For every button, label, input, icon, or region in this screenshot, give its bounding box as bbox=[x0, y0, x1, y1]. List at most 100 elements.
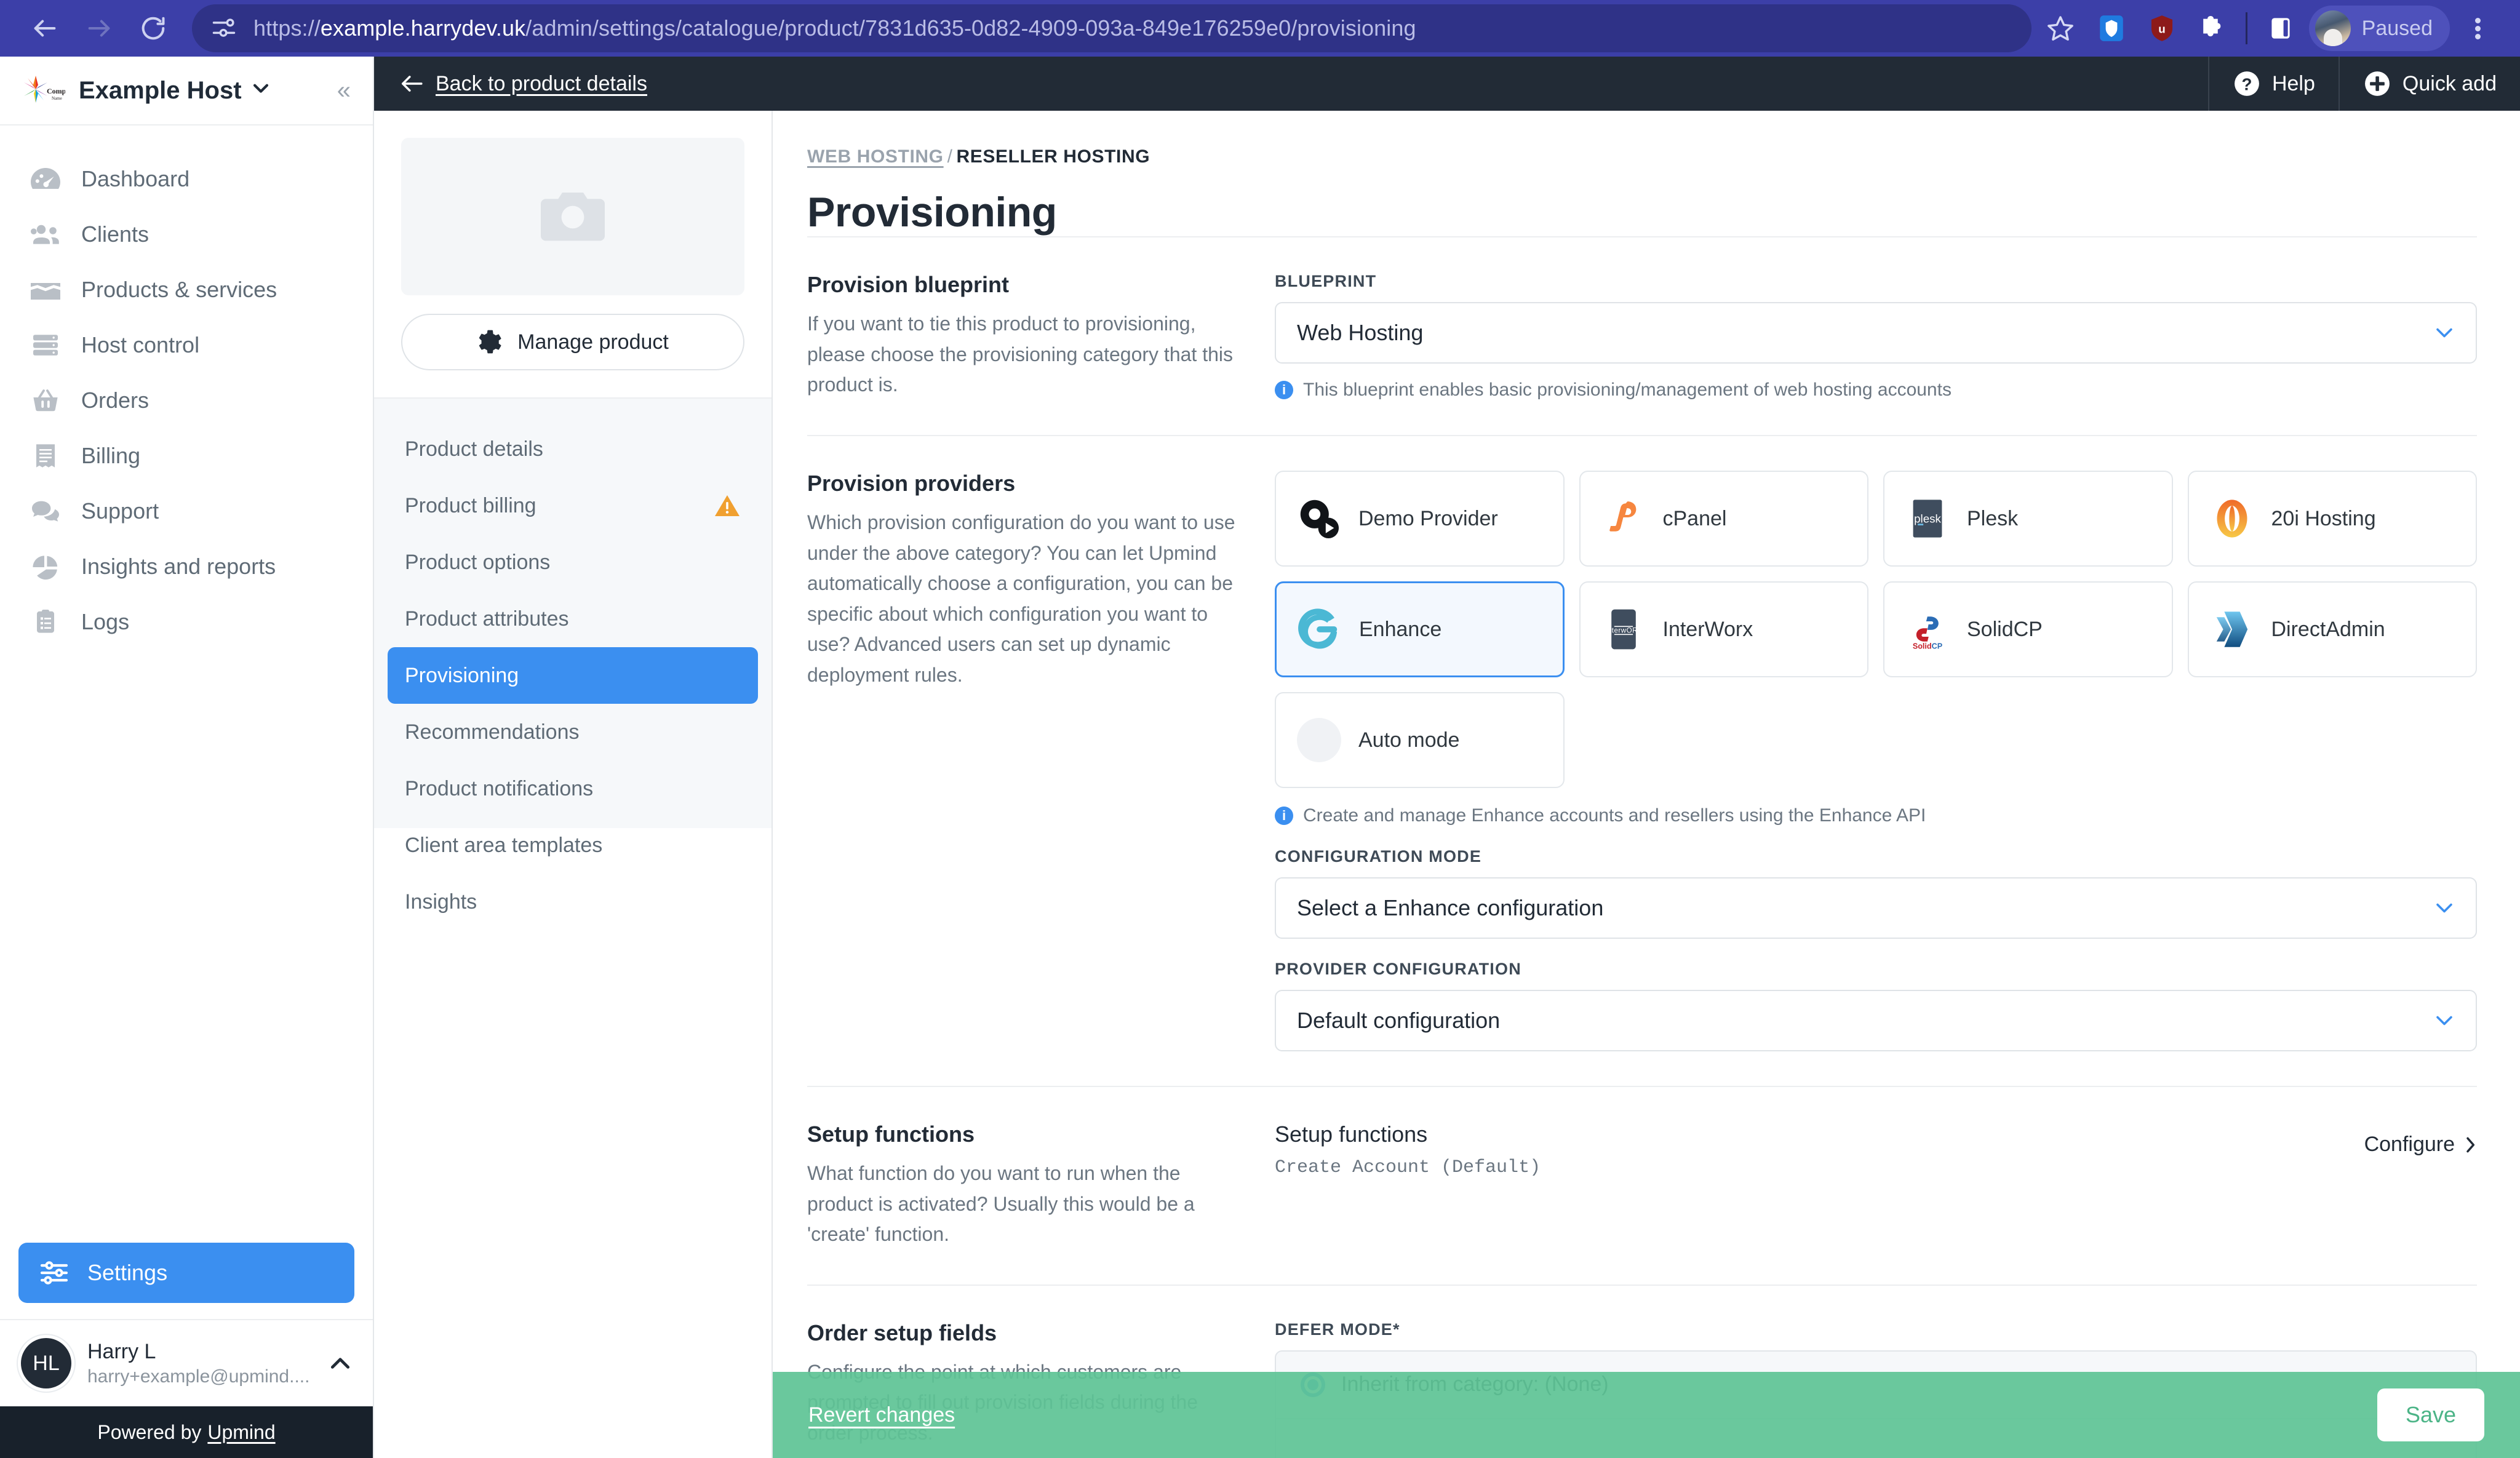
subnav-item-client-area-templates[interactable]: Client area templates bbox=[388, 817, 758, 874]
provider-card-20i-hosting[interactable]: 20i Hosting bbox=[2187, 471, 2477, 567]
sidebar-item-label: Products & services bbox=[81, 277, 277, 302]
sidebar-item-support[interactable]: Support bbox=[0, 484, 373, 539]
arrow-left-icon bbox=[402, 76, 423, 92]
browser-chrome: https://example.harrydev.uk/admin/settin… bbox=[0, 0, 2520, 57]
ublock-origin-icon[interactable]: u bbox=[2140, 6, 2184, 50]
browser-reload-button[interactable] bbox=[129, 4, 177, 52]
subnav-item-product-details[interactable]: Product details bbox=[388, 421, 758, 477]
shield-extension-icon[interactable] bbox=[2089, 6, 2134, 50]
subnav-label: Recommendations bbox=[405, 720, 580, 744]
section-fields-column: Setup functions Create Account (Default)… bbox=[1275, 1121, 2477, 1250]
collapse-sidebar-icon[interactable]: « bbox=[337, 78, 351, 103]
quick-add-label: Quick add bbox=[2402, 71, 2497, 95]
site-settings-icon[interactable] bbox=[210, 15, 237, 42]
sidebar-header: Company Name Example Host « bbox=[0, 57, 373, 125]
quick-add-button[interactable]: Quick add bbox=[2338, 57, 2520, 111]
subnav-item-product-billing[interactable]: Product billing bbox=[388, 477, 758, 534]
section-description-column: Provision providers Which provision conf… bbox=[807, 471, 1275, 1051]
chevron-up-icon[interactable] bbox=[329, 1355, 352, 1371]
revert-changes-link[interactable]: Revert changes bbox=[808, 1403, 955, 1427]
sidebar-item-logs[interactable]: Logs bbox=[0, 594, 373, 650]
configure-label: Configure bbox=[2364, 1133, 2455, 1156]
section-description: If you want to tie this product to provi… bbox=[807, 313, 1233, 396]
save-button[interactable]: Save bbox=[2377, 1388, 2484, 1441]
breadcrumb-current: RESELLER HOSTING bbox=[956, 146, 1150, 167]
question-circle-icon: ? bbox=[2235, 71, 2259, 96]
product-subnav: Product details Product billing Product … bbox=[374, 397, 772, 914]
upmind-link[interactable]: Upmind bbox=[207, 1421, 275, 1444]
provider-label: Plesk bbox=[1967, 506, 2019, 530]
sidebar-item-label: Dashboard bbox=[81, 166, 190, 191]
provider-card-auto-mode[interactable]: Auto mode bbox=[1275, 692, 1565, 788]
provider-label: Enhance bbox=[1359, 617, 1442, 641]
provider-card-enhance[interactable]: Enhance bbox=[1275, 581, 1565, 677]
section-setup-functions: Setup functions What function do you wan… bbox=[807, 1086, 2477, 1285]
provider-card-interworx[interactable]: interwORx InterWorx bbox=[1579, 581, 1868, 677]
browser-back-button[interactable] bbox=[21, 4, 69, 52]
brand-switcher[interactable]: Example Host bbox=[79, 77, 324, 105]
providers-hint-text: Create and manage Enhance accounts and r… bbox=[1303, 805, 1926, 826]
sidebar-item-clients[interactable]: Clients bbox=[0, 207, 373, 262]
provider-card-directadmin[interactable]: DirectAdmin bbox=[2187, 581, 2477, 677]
sidebar-item-orders[interactable]: Orders bbox=[0, 373, 373, 428]
products-box-icon bbox=[30, 276, 62, 303]
settings-button-label: Settings bbox=[87, 1260, 168, 1285]
subnav-item-provisioning[interactable]: Provisioning bbox=[388, 647, 758, 704]
subnav-item-recommendations[interactable]: Recommendations bbox=[388, 704, 758, 760]
configuration-mode-select[interactable]: Select a Enhance configuration bbox=[1275, 877, 2477, 939]
svg-text:Name: Name bbox=[52, 96, 62, 101]
provider-label: cPanel bbox=[1662, 506, 1727, 530]
main-content: WEB HOSTING / RESELLER HOSTING Provisionin… bbox=[773, 111, 2520, 1458]
bookmark-star-icon[interactable] bbox=[2038, 6, 2083, 51]
subnav-label: Insights bbox=[405, 890, 477, 914]
sidebar-item-label: Billing bbox=[81, 443, 141, 468]
provider-card-cpanel[interactable]: cPanel bbox=[1579, 471, 1868, 567]
back-to-product-details-link[interactable]: Back to product details bbox=[374, 72, 647, 96]
help-button[interactable]: ? Help bbox=[2207, 57, 2339, 111]
user-menu[interactable]: HL Harry L harry+example@upmind.... bbox=[0, 1319, 373, 1406]
svg-text:SolidCP: SolidCP bbox=[1913, 642, 1942, 650]
address-bar[interactable]: https://example.harrydev.uk/admin/settin… bbox=[192, 4, 2032, 52]
subnav-label: Product attributes bbox=[405, 607, 569, 631]
sidebar-item-dashboard[interactable]: Dashboard bbox=[0, 151, 373, 207]
sliders-icon bbox=[40, 1261, 68, 1285]
powered-by-prefix: Powered by bbox=[97, 1420, 202, 1443]
provider-card-demo-provider[interactable]: Demo Provider bbox=[1275, 471, 1565, 567]
company-logo-icon: Company Name bbox=[22, 73, 78, 108]
browser-profile-chip[interactable]: Paused bbox=[2308, 6, 2450, 51]
configure-setup-functions-link[interactable]: Configure bbox=[2364, 1121, 2477, 1157]
section-description: Which provision configuration do you wan… bbox=[807, 511, 1235, 686]
breadcrumb-parent-link[interactable]: WEB HOSTING bbox=[807, 146, 944, 167]
subnav-item-insights[interactable]: Insights bbox=[388, 874, 758, 930]
provider-card-solidcp[interactable]: SolidCP SolidCP bbox=[1883, 581, 2173, 677]
subnav-label: Product details bbox=[405, 437, 543, 461]
blueprint-select[interactable]: Web Hosting bbox=[1275, 302, 2477, 364]
sidebar-item-host-control[interactable]: Host control bbox=[0, 317, 373, 373]
subnav-item-product-options[interactable]: Product options bbox=[388, 534, 758, 591]
subnav-item-product-attributes[interactable]: Product attributes bbox=[388, 591, 758, 647]
sidebar-item-insights-reports[interactable]: Insights and reports bbox=[0, 539, 373, 594]
chevron-down-icon bbox=[2436, 903, 2452, 913]
settings-button[interactable]: Settings bbox=[18, 1243, 354, 1303]
provider-label: 20i Hosting bbox=[2271, 506, 2376, 530]
configuration-mode-value: Select a Enhance configuration bbox=[1297, 895, 1604, 920]
demo-provider-icon bbox=[1297, 496, 1341, 541]
browser-forward-button[interactable] bbox=[75, 4, 123, 52]
directadmin-icon bbox=[2210, 607, 2254, 651]
subnav-item-product-notifications[interactable]: Product notifications bbox=[388, 760, 758, 817]
breadcrumb: WEB HOSTING / RESELLER HOSTING bbox=[807, 146, 2477, 167]
plus-circle-icon bbox=[2364, 71, 2390, 96]
manage-product-button[interactable]: Manage product bbox=[401, 314, 744, 370]
side-panel-icon[interactable] bbox=[2259, 6, 2303, 50]
provider-label: Auto mode bbox=[1358, 728, 1460, 752]
kebab-menu-icon[interactable] bbox=[2456, 7, 2499, 50]
setup-functions-info: Setup functions Create Account (Default) bbox=[1275, 1121, 2364, 1178]
section-fields-column: Demo Provider cPanel plesk Plesk 20i Hos… bbox=[1275, 471, 2477, 1051]
provider-card-plesk[interactable]: plesk Plesk bbox=[1883, 471, 2173, 567]
puzzle-extension-icon[interactable] bbox=[2190, 6, 2235, 50]
provider-label: Demo Provider bbox=[1358, 506, 1498, 530]
sidebar-item-billing[interactable]: Billing bbox=[0, 428, 373, 484]
provider-configuration-select[interactable]: Default configuration bbox=[1275, 990, 2477, 1051]
sidebar-item-products-services[interactable]: Products & services bbox=[0, 262, 373, 317]
product-image-placeholder[interactable] bbox=[401, 138, 744, 295]
